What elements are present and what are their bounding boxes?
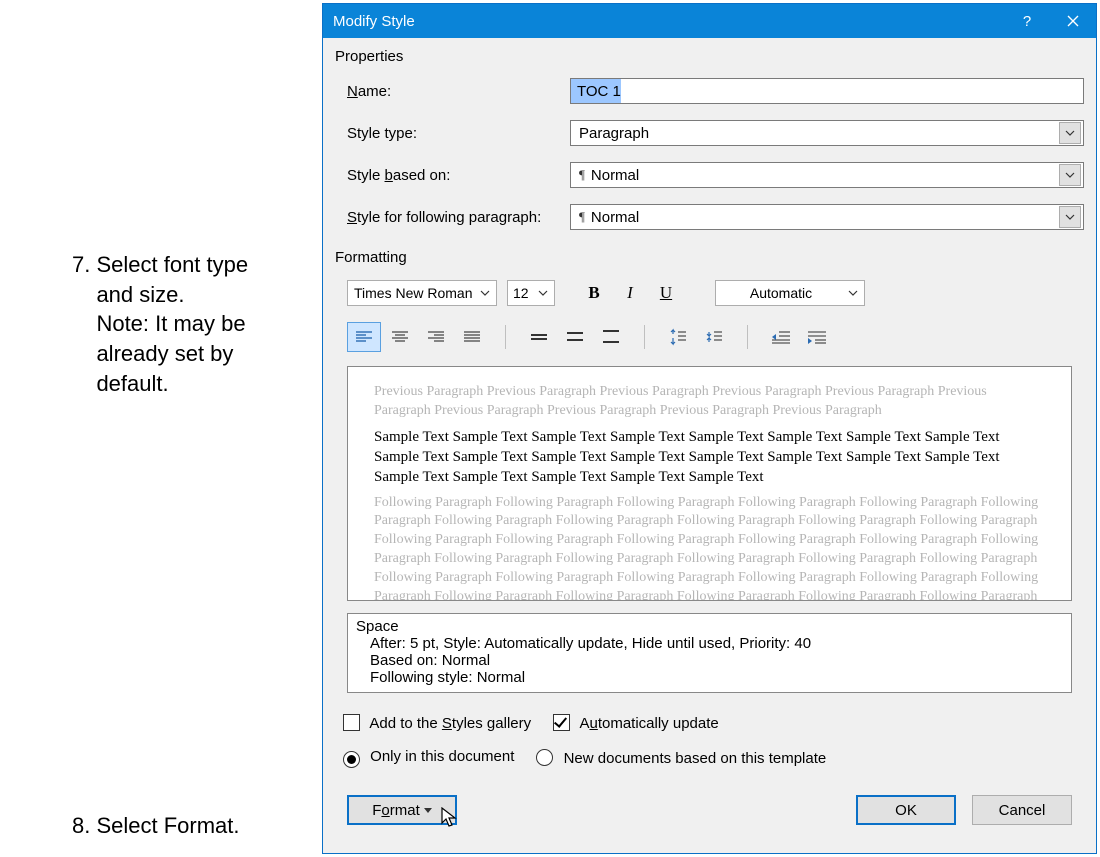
desc-line-3: Based on: Normal: [370, 652, 1063, 669]
align-center-button[interactable]: [383, 322, 417, 352]
preview-sample: Sample Text Sample Text Sample Text Samp…: [374, 427, 1045, 488]
checkbox-icon: [343, 714, 360, 731]
radio-icon: [343, 751, 360, 768]
checkbox-row: Add to the Styles gallery Automatically …: [343, 711, 1084, 732]
close-icon: [1067, 15, 1079, 27]
increase-indent-button[interactable]: [800, 322, 834, 352]
chevron-down-icon: [474, 282, 496, 304]
increase-indent-icon: [806, 329, 828, 345]
preview-following: Following Paragraph Following Paragraph …: [374, 494, 1045, 601]
linespace-1-icon: [529, 331, 549, 343]
formatting-heading: Formatting: [335, 249, 1084, 266]
radio-row: Only in this document New documents base…: [343, 746, 1084, 767]
chevron-down-icon: [842, 282, 864, 304]
help-button[interactable]: ?: [1004, 4, 1050, 38]
linespace-15-icon: [565, 330, 585, 344]
annotation-step-8: 8. Select Format.: [72, 811, 240, 841]
modify-style-dialog: Modify Style ? Properties Name: Style ty…: [322, 3, 1097, 854]
dialog-footer: Format OK Cancel: [347, 795, 1072, 825]
cancel-button[interactable]: Cancel: [972, 795, 1072, 825]
following-row: Style for following paragraph: ¶ Normal: [347, 204, 1084, 230]
styletype-value: Paragraph: [579, 125, 1053, 142]
space-after-icon: [704, 328, 724, 346]
styletype-row: Style type: Paragraph: [347, 120, 1084, 146]
new-docs-radio[interactable]: New documents based on this template: [536, 746, 826, 767]
chevron-down-icon: [1059, 122, 1081, 144]
align-center-icon: [391, 330, 409, 344]
basedon-value: Normal: [591, 167, 1053, 184]
size-value: 12: [513, 285, 532, 301]
basedon-row: Style based on: ¶ Normal: [347, 162, 1084, 188]
pilcrow-icon: ¶: [579, 167, 585, 183]
separator: [505, 325, 506, 349]
align-left-button[interactable]: [347, 322, 381, 352]
add-to-gallery-checkbox[interactable]: Add to the Styles gallery: [343, 711, 531, 732]
style-description: Space After: 5 pt, Style: Automatically …: [347, 613, 1072, 693]
cursor-icon: [441, 807, 459, 829]
bold-button[interactable]: B: [581, 280, 607, 306]
chevron-down-icon: [1059, 164, 1081, 186]
window-title: Modify Style: [333, 13, 415, 30]
linespace-2-icon: [601, 329, 621, 345]
checkbox-icon: [553, 714, 570, 731]
following-value: Normal: [591, 209, 1053, 226]
decrease-indent-button[interactable]: [764, 322, 798, 352]
linespace-1-button[interactable]: [522, 322, 556, 352]
space-before-icon: [668, 328, 688, 346]
align-justify-button[interactable]: [455, 322, 489, 352]
name-input[interactable]: [570, 78, 1084, 104]
preview-previous: Previous Paragraph Previous Paragraph Pr…: [374, 383, 1045, 421]
following-combo[interactable]: ¶ Normal: [570, 204, 1084, 230]
size-combo[interactable]: 12: [507, 280, 555, 306]
auto-update-checkbox[interactable]: Automatically update: [553, 711, 719, 732]
preview-box: Previous Paragraph Previous Paragraph Pr…: [347, 366, 1072, 601]
only-this-doc-radio[interactable]: Only in this document: [343, 748, 514, 765]
basedon-label: Style based on:: [347, 167, 562, 184]
ok-button[interactable]: OK: [856, 795, 956, 825]
format-button[interactable]: Format: [347, 795, 457, 825]
align-right-button[interactable]: [419, 322, 453, 352]
basedon-combo[interactable]: ¶ Normal: [570, 162, 1084, 188]
pilcrow-icon: ¶: [579, 209, 585, 225]
linespace-2-button[interactable]: [594, 322, 628, 352]
separator: [747, 325, 748, 349]
close-button[interactable]: [1050, 4, 1096, 38]
formatting-toolbar-2: [347, 322, 1084, 352]
annotation-step-7: 7. Select font type and size. Note: It m…: [72, 250, 307, 398]
desc-line-4: Following style: Normal: [370, 669, 1063, 686]
formatting-toolbar-1: Times New Roman 12 B I U Automatic: [347, 280, 1084, 306]
properties-heading: Properties: [335, 48, 1084, 65]
underline-button[interactable]: U: [653, 280, 679, 306]
fontcolor-combo[interactable]: Automatic: [715, 280, 865, 306]
align-left-icon: [355, 330, 373, 344]
name-row: Name:: [347, 78, 1084, 104]
space-before-button[interactable]: [661, 322, 695, 352]
chevron-down-icon: [1059, 206, 1081, 228]
decrease-indent-icon: [770, 329, 792, 345]
caret-down-icon: [424, 808, 432, 813]
font-combo[interactable]: Times New Roman: [347, 280, 497, 306]
desc-line-1: Space: [356, 618, 1063, 635]
align-justify-icon: [463, 330, 481, 344]
italic-button[interactable]: I: [617, 280, 643, 306]
radio-icon: [536, 749, 553, 766]
space-after-button[interactable]: [697, 322, 731, 352]
desc-line-2: After: 5 pt, Style: Automatically update…: [370, 635, 1063, 652]
separator: [644, 325, 645, 349]
name-label: Name:: [347, 83, 562, 100]
following-label: Style for following paragraph:: [347, 209, 562, 226]
titlebar[interactable]: Modify Style ?: [323, 4, 1096, 38]
fontcolor-value: Automatic: [726, 285, 836, 301]
styletype-combo[interactable]: Paragraph: [570, 120, 1084, 146]
chevron-down-icon: [532, 282, 554, 304]
align-right-icon: [427, 330, 445, 344]
linespace-15-button[interactable]: [558, 322, 592, 352]
styletype-label: Style type:: [347, 125, 562, 142]
font-value: Times New Roman: [354, 285, 474, 301]
